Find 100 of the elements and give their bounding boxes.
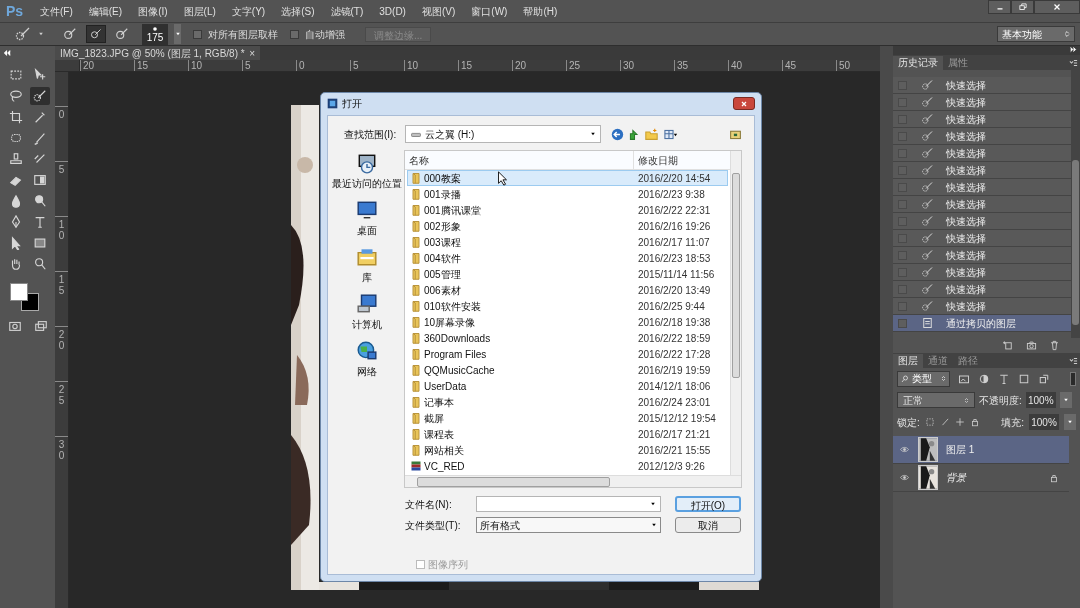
file-row[interactable]: 000教案 2016/2/20 14:54 — [407, 170, 728, 186]
type-filter-icon[interactable] — [998, 372, 1010, 385]
history-item[interactable]: 快速选择 — [893, 213, 1071, 230]
panel-menu-icon[interactable] — [1069, 357, 1078, 365]
menu-item[interactable]: 选择(S) — [273, 3, 323, 19]
file-row[interactable]: 001录播 2016/2/23 9:38 — [407, 186, 728, 202]
menu-item[interactable]: 文字(Y) — [223, 3, 274, 19]
history-checkbox[interactable] — [898, 318, 907, 328]
place-label[interactable]: 网络 — [357, 364, 377, 379]
file-row[interactable]: 截屏 2015/12/12 19:54 — [407, 410, 728, 426]
eye-icon[interactable] — [899, 473, 910, 482]
padlock-icon[interactable] — [1049, 472, 1059, 483]
file-row[interactable]: 001腾讯课堂 2016/2/22 22:31 — [407, 202, 728, 218]
checkbox[interactable] — [290, 29, 299, 39]
tab-close-button[interactable]: × — [249, 45, 255, 61]
file-name-field[interactable] — [476, 496, 661, 512]
panel-menu-icon[interactable] — [1069, 59, 1078, 67]
panel-tab[interactable]: 属性 — [943, 56, 973, 70]
library-folder-icon[interactable] — [356, 246, 378, 268]
brush-size-dropdown[interactable] — [174, 24, 181, 44]
camera-icon[interactable] — [1026, 340, 1037, 351]
close-button[interactable] — [1034, 0, 1080, 14]
history-item[interactable]: 快速选择 — [893, 162, 1071, 179]
padlock-icon[interactable] — [969, 417, 980, 427]
history-item[interactable]: 快速选择 — [893, 298, 1071, 315]
panel-tab[interactable]: 通道 — [923, 354, 953, 368]
menu-item[interactable]: 滤镜(T) — [322, 3, 372, 19]
cancel-button[interactable]: 取消 — [675, 517, 741, 533]
history-item[interactable]: 快速选择 — [893, 230, 1071, 247]
quick-select-brush-icon[interactable] — [29, 87, 50, 105]
file-row[interactable]: QQMusicCache 2016/2/19 19:59 — [407, 362, 728, 378]
panel-tab[interactable]: 路径 — [953, 354, 983, 368]
trash-icon[interactable] — [1049, 340, 1060, 351]
scrollbar[interactable] — [1071, 70, 1080, 338]
menu-item[interactable]: 图层(L) — [175, 3, 224, 19]
eye-icon[interactable] — [899, 445, 910, 454]
move-cross-icon[interactable] — [954, 417, 965, 427]
panel-tab[interactable]: 图层 — [893, 354, 923, 368]
look-in-dropdown[interactable]: 云之翼 (H:) — [405, 125, 601, 143]
color-swatches-drawing[interactable] — [9, 283, 40, 311]
fill-field[interactable]: 100% — [1029, 414, 1059, 430]
image-filter-icon[interactable] — [958, 372, 970, 385]
opacity-field[interactable]: 100% — [1025, 392, 1056, 408]
expand-arrows-icon[interactable] — [1070, 46, 1077, 53]
scrollbar-thumb[interactable] — [732, 173, 740, 378]
file-row[interactable]: VC_RED 2012/12/3 9:26 — [407, 458, 728, 474]
menu-item[interactable]: 帮助(H) — [515, 3, 566, 19]
shape-filter-icon[interactable] — [1018, 372, 1030, 385]
layer-row[interactable]: 图层 1 — [893, 436, 1069, 464]
history-item[interactable]: 通过拷贝的图层 — [893, 315, 1071, 332]
dialog-close-button[interactable] — [733, 97, 755, 110]
file-row[interactable]: 010软件安装 2016/2/25 9:44 — [407, 298, 728, 314]
up-folder-icon[interactable] — [628, 127, 641, 141]
file-row[interactable]: UserData 2014/12/1 18:06 — [407, 378, 728, 394]
scrollbar[interactable] — [730, 151, 741, 475]
file-row[interactable]: 10屏幕录像 2016/2/18 19:38 — [407, 314, 728, 330]
scrollbar-thumb[interactable] — [1072, 160, 1079, 325]
file-row[interactable]: 网站相关 2016/2/21 15:55 — [407, 442, 728, 458]
file-row[interactable]: 课程表 2016/2/17 21:21 — [407, 426, 728, 442]
file-row[interactable]: 005管理 2015/11/14 11:56 — [407, 266, 728, 282]
brush-icon[interactable] — [939, 417, 950, 427]
document-tab[interactable]: IMG_1823.JPG @ 50% (图层 1, RGB/8) * × — [55, 46, 260, 60]
menu-item[interactable]: 图像(I) — [130, 3, 176, 19]
open-button[interactable]: 打开(O) — [675, 496, 741, 512]
view-menu-icon[interactable] — [662, 127, 680, 141]
back-arrow-icon[interactable] — [611, 127, 624, 141]
menu-item[interactable]: 视图(V) — [413, 3, 464, 19]
file-row[interactable]: 004软件 2016/2/23 18:53 — [407, 250, 728, 266]
add-selection-brush-icon[interactable] — [86, 25, 106, 43]
minimize-button[interactable] — [988, 0, 1011, 14]
filter-dropdown[interactable]: 类型 — [897, 370, 950, 387]
globe-icon[interactable] — [356, 340, 378, 362]
layer-row[interactable]: 背景 — [893, 464, 1069, 492]
place-label[interactable]: 最近访问的位置 — [332, 176, 402, 191]
blend-mode-dropdown[interactable]: 正常 — [897, 392, 975, 408]
history-item[interactable]: 快速选择 — [893, 77, 1071, 94]
collapse-arrows-icon[interactable] — [3, 49, 11, 57]
file-row[interactable]: 006素材 2016/2/20 13:49 — [407, 282, 728, 298]
checkbox[interactable] — [193, 29, 202, 39]
screen-mode-icon[interactable] — [33, 319, 48, 333]
scrollbar[interactable] — [405, 475, 741, 487]
file-row[interactable]: 003课程 2016/2/17 11:07 — [407, 234, 728, 250]
place-label[interactable]: 库 — [362, 270, 372, 285]
menu-item[interactable]: 窗口(W) — [463, 3, 516, 19]
history-item[interactable]: 快速选择 — [893, 111, 1071, 128]
half-circle-icon[interactable] — [978, 372, 990, 385]
opacity-dropdown[interactable] — [1059, 392, 1072, 408]
place-label[interactable]: 计算机 — [352, 317, 382, 332]
recent-places-icon[interactable] — [356, 152, 378, 174]
panel-tab[interactable]: 历史记录 — [893, 56, 943, 70]
quick-select-brush-icon[interactable] — [14, 26, 32, 42]
file-row[interactable]: 002形象 2016/2/16 19:26 — [407, 218, 728, 234]
place-label[interactable]: 桌面 — [357, 223, 377, 238]
file-row[interactable]: 记事本 2016/2/24 23:01 — [407, 394, 728, 410]
restore-button[interactable] — [1011, 0, 1034, 14]
column-header[interactable]: 名称 — [405, 151, 634, 169]
filter-toggle[interactable] — [1070, 371, 1076, 386]
history-item[interactable]: 快速选择 — [893, 94, 1071, 111]
new-document-icon[interactable] — [1003, 340, 1014, 351]
history-item[interactable]: 快速选择 — [893, 264, 1071, 281]
